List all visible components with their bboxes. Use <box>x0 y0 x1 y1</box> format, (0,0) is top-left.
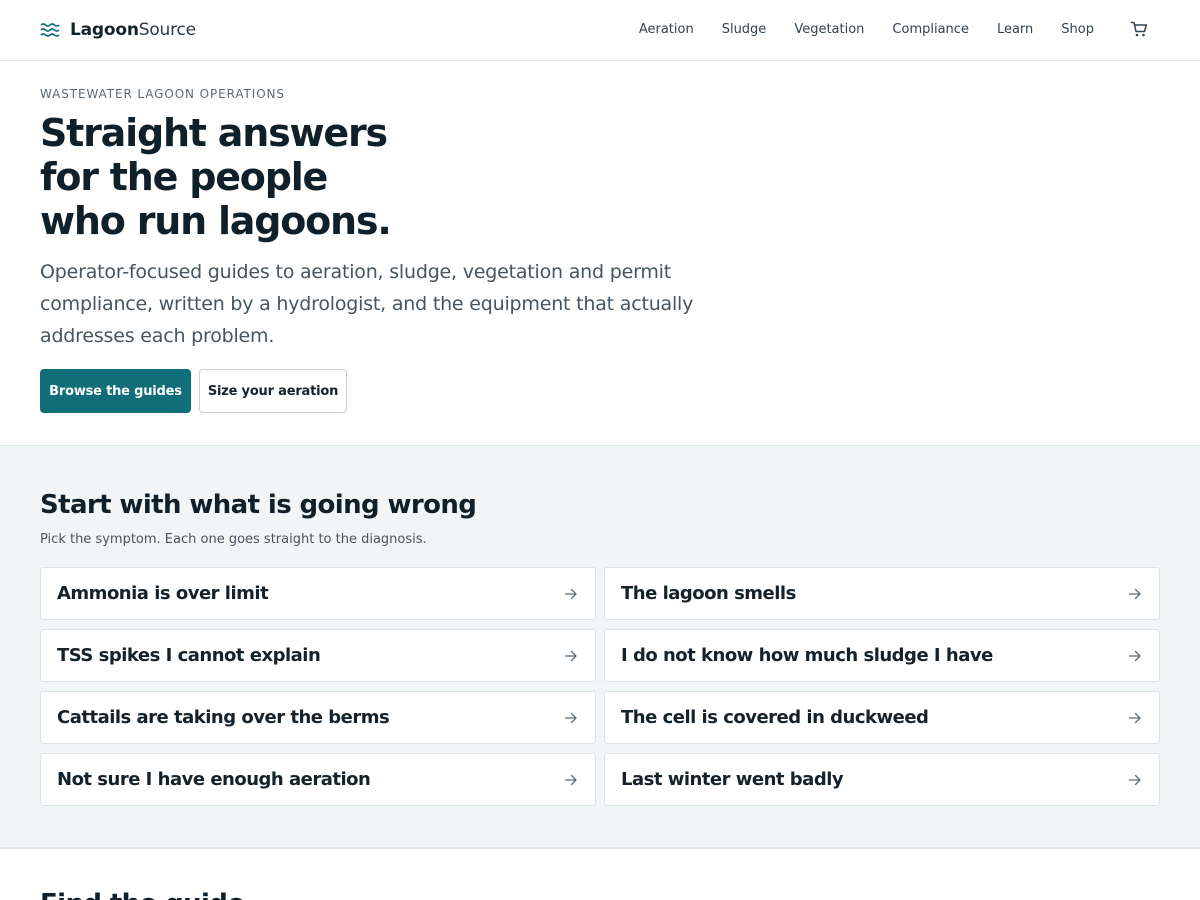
guides-section: Find the guide <box>0 849 1200 900</box>
waves-icon <box>40 23 60 37</box>
arrow-right-icon <box>1128 588 1141 599</box>
arrow-right-icon <box>1128 650 1141 661</box>
symptom-label: The cell is covered in duckweed <box>621 707 929 728</box>
symptom-label: Not sure I have enough aeration <box>57 769 371 790</box>
symptom-label: Cattails are taking over the berms <box>57 707 390 728</box>
symptom-label: Ammonia is over limit <box>57 583 269 604</box>
symptoms-title: Start with what is going wrong <box>40 490 477 520</box>
symptom-card-tss[interactable]: TSS spikes I cannot explain <box>40 629 596 682</box>
nav-item-learn[interactable]: Learn <box>997 22 1033 37</box>
nav-item-shop[interactable]: Shop <box>1061 22 1094 37</box>
main-nav: Aeration Sludge Vegetation Compliance Le… <box>611 20 1148 38</box>
arrow-right-icon <box>564 712 577 723</box>
symptom-label: The lagoon smells <box>621 583 796 604</box>
symptom-card-smell[interactable]: The lagoon smells <box>604 567 1160 620</box>
nav-item-vegetation[interactable]: Vegetation <box>794 22 864 37</box>
hero-section: WASTEWATER LAGOON OPERATIONS Straight an… <box>0 61 1200 445</box>
brand-logo[interactable]: LagoonSource <box>40 18 196 42</box>
symptom-label: I do not know how much sludge I have <box>621 645 993 666</box>
symptom-grid: Ammonia is over limit The lagoon smells … <box>40 567 1160 806</box>
symptom-card-sludge[interactable]: I do not know how much sludge I have <box>604 629 1160 682</box>
hero-title: Straight answers for the people who run … <box>40 111 392 243</box>
symptoms-subtitle: Pick the symptom. Each one goes straight… <box>40 532 427 547</box>
symptom-card-duckweed[interactable]: The cell is covered in duckweed <box>604 691 1160 744</box>
arrow-right-icon <box>564 650 577 661</box>
symptom-card-cattails[interactable]: Cattails are taking over the berms <box>40 691 596 744</box>
symptom-card-aeration[interactable]: Not sure I have enough aeration <box>40 753 596 806</box>
browse-guides-button[interactable]: Browse the guides <box>40 369 191 413</box>
nav-item-aeration[interactable]: Aeration <box>639 22 694 37</box>
hero-subtitle: Operator-focused guides to aeration, slu… <box>40 261 694 347</box>
symptoms-section: Start with what is going wrong Pick the … <box>0 445 1200 849</box>
brand-name-bold: Lagoon <box>70 20 139 40</box>
guides-title: Find the guide <box>40 889 245 900</box>
symptom-card-winter[interactable]: Last winter went badly <box>604 753 1160 806</box>
symptom-card-ammonia[interactable]: Ammonia is over limit <box>40 567 596 620</box>
nav-item-sludge[interactable]: Sludge <box>722 22 767 37</box>
arrow-right-icon <box>1128 712 1141 723</box>
hero-eyebrow: WASTEWATER LAGOON OPERATIONS <box>40 87 285 101</box>
site-header: LagoonSource Aeration Sludge Vegetation … <box>0 0 1200 61</box>
arrow-right-icon <box>564 588 577 599</box>
nav-item-compliance[interactable]: Compliance <box>892 22 969 37</box>
arrow-right-icon <box>1128 774 1141 785</box>
symptom-label: TSS spikes I cannot explain <box>57 645 321 666</box>
size-aeration-button[interactable]: Size your aeration <box>199 369 347 413</box>
cart-icon[interactable] <box>1130 20 1148 38</box>
brand-name-light: Source <box>138 20 196 40</box>
brand-name: LagoonSource <box>70 20 196 40</box>
symptom-label: Last winter went badly <box>621 769 844 790</box>
arrow-right-icon <box>564 774 577 785</box>
